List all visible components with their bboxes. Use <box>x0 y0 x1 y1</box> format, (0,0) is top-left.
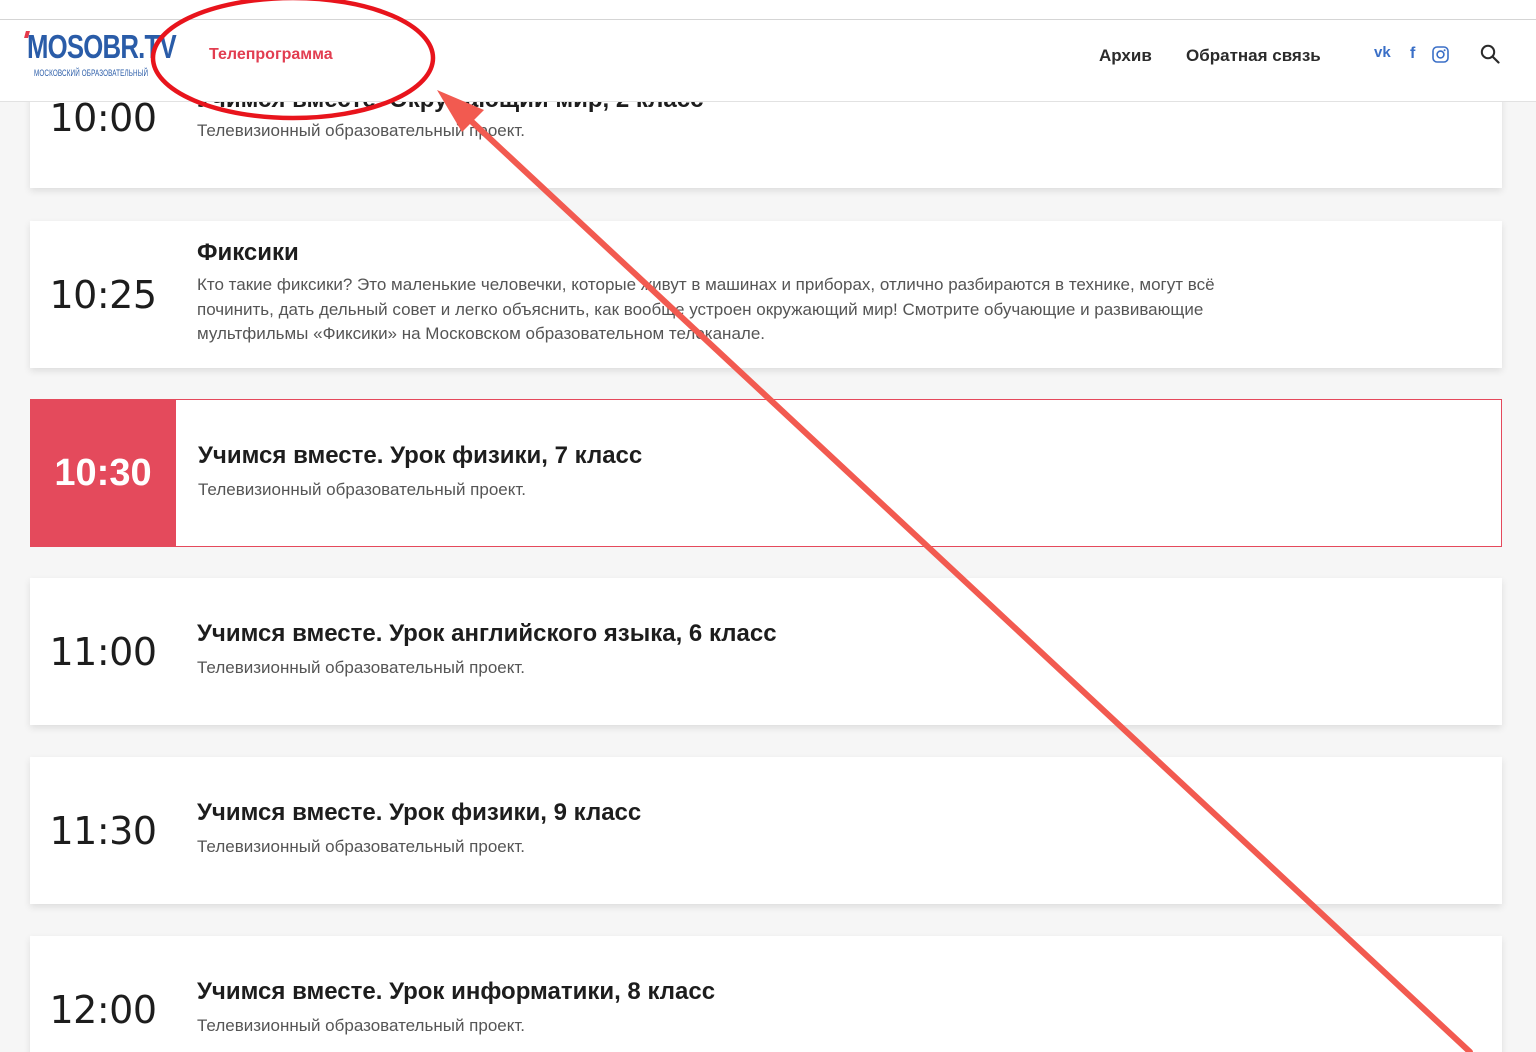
schedule-title[interactable]: Учимся вместе. Урок английского языка, 6… <box>197 620 777 648</box>
search-icon[interactable] <box>1480 44 1500 64</box>
schedule-description: Телевизионный образовательный проект. <box>197 837 525 856</box>
schedule-description: Телевизионный образовательный проект. <box>198 480 526 499</box>
schedule-time-current: 10:30 <box>30 399 176 547</box>
facebook-icon[interactable]: f <box>1408 44 1420 66</box>
schedule-row[interactable]: 10:25 Фиксики Кто такие фиксики? Это мал… <box>30 221 1502 368</box>
logo-subtitle: МОСКОВСКИЙ ОБРАЗОВАТЕЛЬНЫЙ <box>34 68 149 78</box>
schedule-description: Телевизионный образовательный проект. <box>197 1016 525 1035</box>
svg-text:vk: vk <box>1374 44 1391 60</box>
schedule-row[interactable]: 11:00 Учимся вместе. Урок английского яз… <box>30 578 1502 725</box>
schedule-title[interactable]: Учимся вместе. Урок информатики, 8 класс <box>197 978 715 1006</box>
schedule-time: 10:25 <box>49 272 157 317</box>
schedule-time: 10:00 <box>49 96 157 140</box>
schedule-row[interactable]: 11:30 Учимся вместе. Урок физики, 9 клас… <box>30 757 1502 904</box>
schedule-title[interactable]: Учимся вместе. Урок физики, 7 класс <box>198 442 642 470</box>
schedule-description-line: Кто такие фиксики? Это маленькие человеч… <box>197 275 1215 294</box>
schedule-row-current[interactable]: 10:30 Учимся вместе. Урок физики, 7 клас… <box>30 399 1502 547</box>
vk-icon[interactable]: vk <box>1374 44 1396 64</box>
schedule-description: Кто такие фиксики? Это маленькие человеч… <box>197 273 1215 347</box>
site-header: MOSOBR.TV МОСКОВСКИЙ ОБРАЗОВАТЕЛЬНЫЙ Тел… <box>0 20 1536 102</box>
logo-text: MOSOBR.TV <box>27 28 177 65</box>
schedule-description-line: мультфильмы «Фиксики» на Московском обра… <box>197 324 765 343</box>
nav-link-archive[interactable]: Архив <box>1099 46 1152 66</box>
browser-top-strip <box>0 0 1536 20</box>
schedule-description: Телевизионный образовательный проект. <box>197 658 525 677</box>
schedule-time: 11:30 <box>49 808 157 853</box>
schedule-row[interactable]: 12:00 Учимся вместе. Урок информатики, 8… <box>30 936 1502 1052</box>
nav-link-teleprogram[interactable]: Телепрограмма <box>209 46 333 64</box>
schedule-time: 11:00 <box>49 629 157 674</box>
page: 10:00 Учимся вместе. Окружающий мир, 2 к… <box>0 0 1536 1052</box>
schedule-description-line: починить, дать дельный совет и легко объ… <box>197 299 1204 319</box>
svg-text:f: f <box>1410 45 1416 62</box>
instagram-icon[interactable] <box>1432 46 1449 67</box>
site-logo[interactable]: MOSOBR.TV МОСКОВСКИЙ ОБРАЗОВАТЕЛЬНЫЙ <box>24 28 177 80</box>
schedule-time: 12:00 <box>49 987 157 1032</box>
schedule-description: Телевизионный образовательный проект. <box>197 121 525 140</box>
schedule-title[interactable]: Учимся вместе. Урок физики, 9 класс <box>197 799 641 827</box>
nav-link-feedback[interactable]: Обратная связь <box>1186 46 1321 66</box>
schedule-title[interactable]: Фиксики <box>197 239 299 267</box>
